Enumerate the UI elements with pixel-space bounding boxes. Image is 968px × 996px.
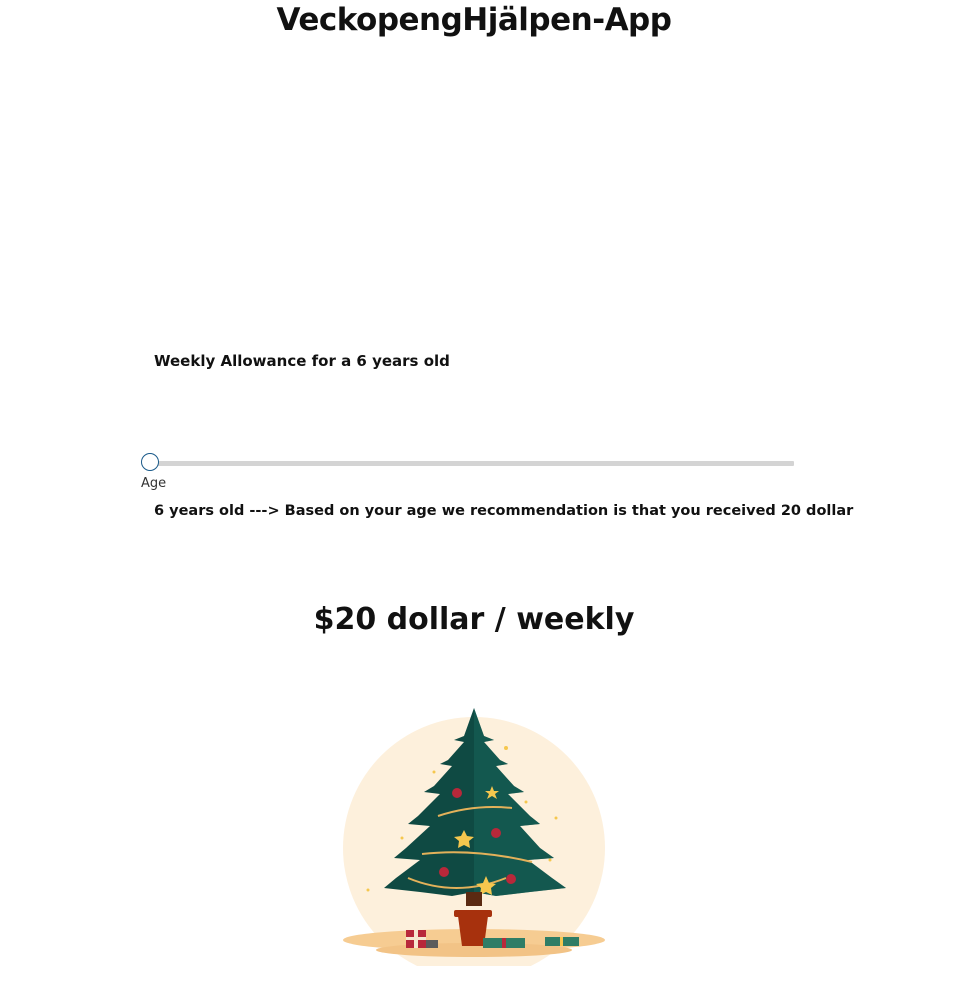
weekly-amount: $20 dollar / weekly	[313, 602, 635, 637]
allowance-heading: Weekly Allowance for a 6 years old	[154, 352, 450, 370]
age-slider[interactable]	[141, 452, 795, 474]
age-slider-label: Age	[141, 476, 167, 491]
age-slider-track[interactable]	[152, 461, 794, 466]
recommendation-text: 6 years old ---> Based on your age we re…	[154, 503, 854, 519]
age-slider-thumb[interactable]	[141, 453, 159, 471]
app-root: VeckopengHjälpen-App Weekly Allowance fo…	[0, 0, 968, 996]
app-title: VeckopengHjälpen-App	[276, 2, 672, 38]
christmas-tree-illustration	[343, 708, 605, 966]
